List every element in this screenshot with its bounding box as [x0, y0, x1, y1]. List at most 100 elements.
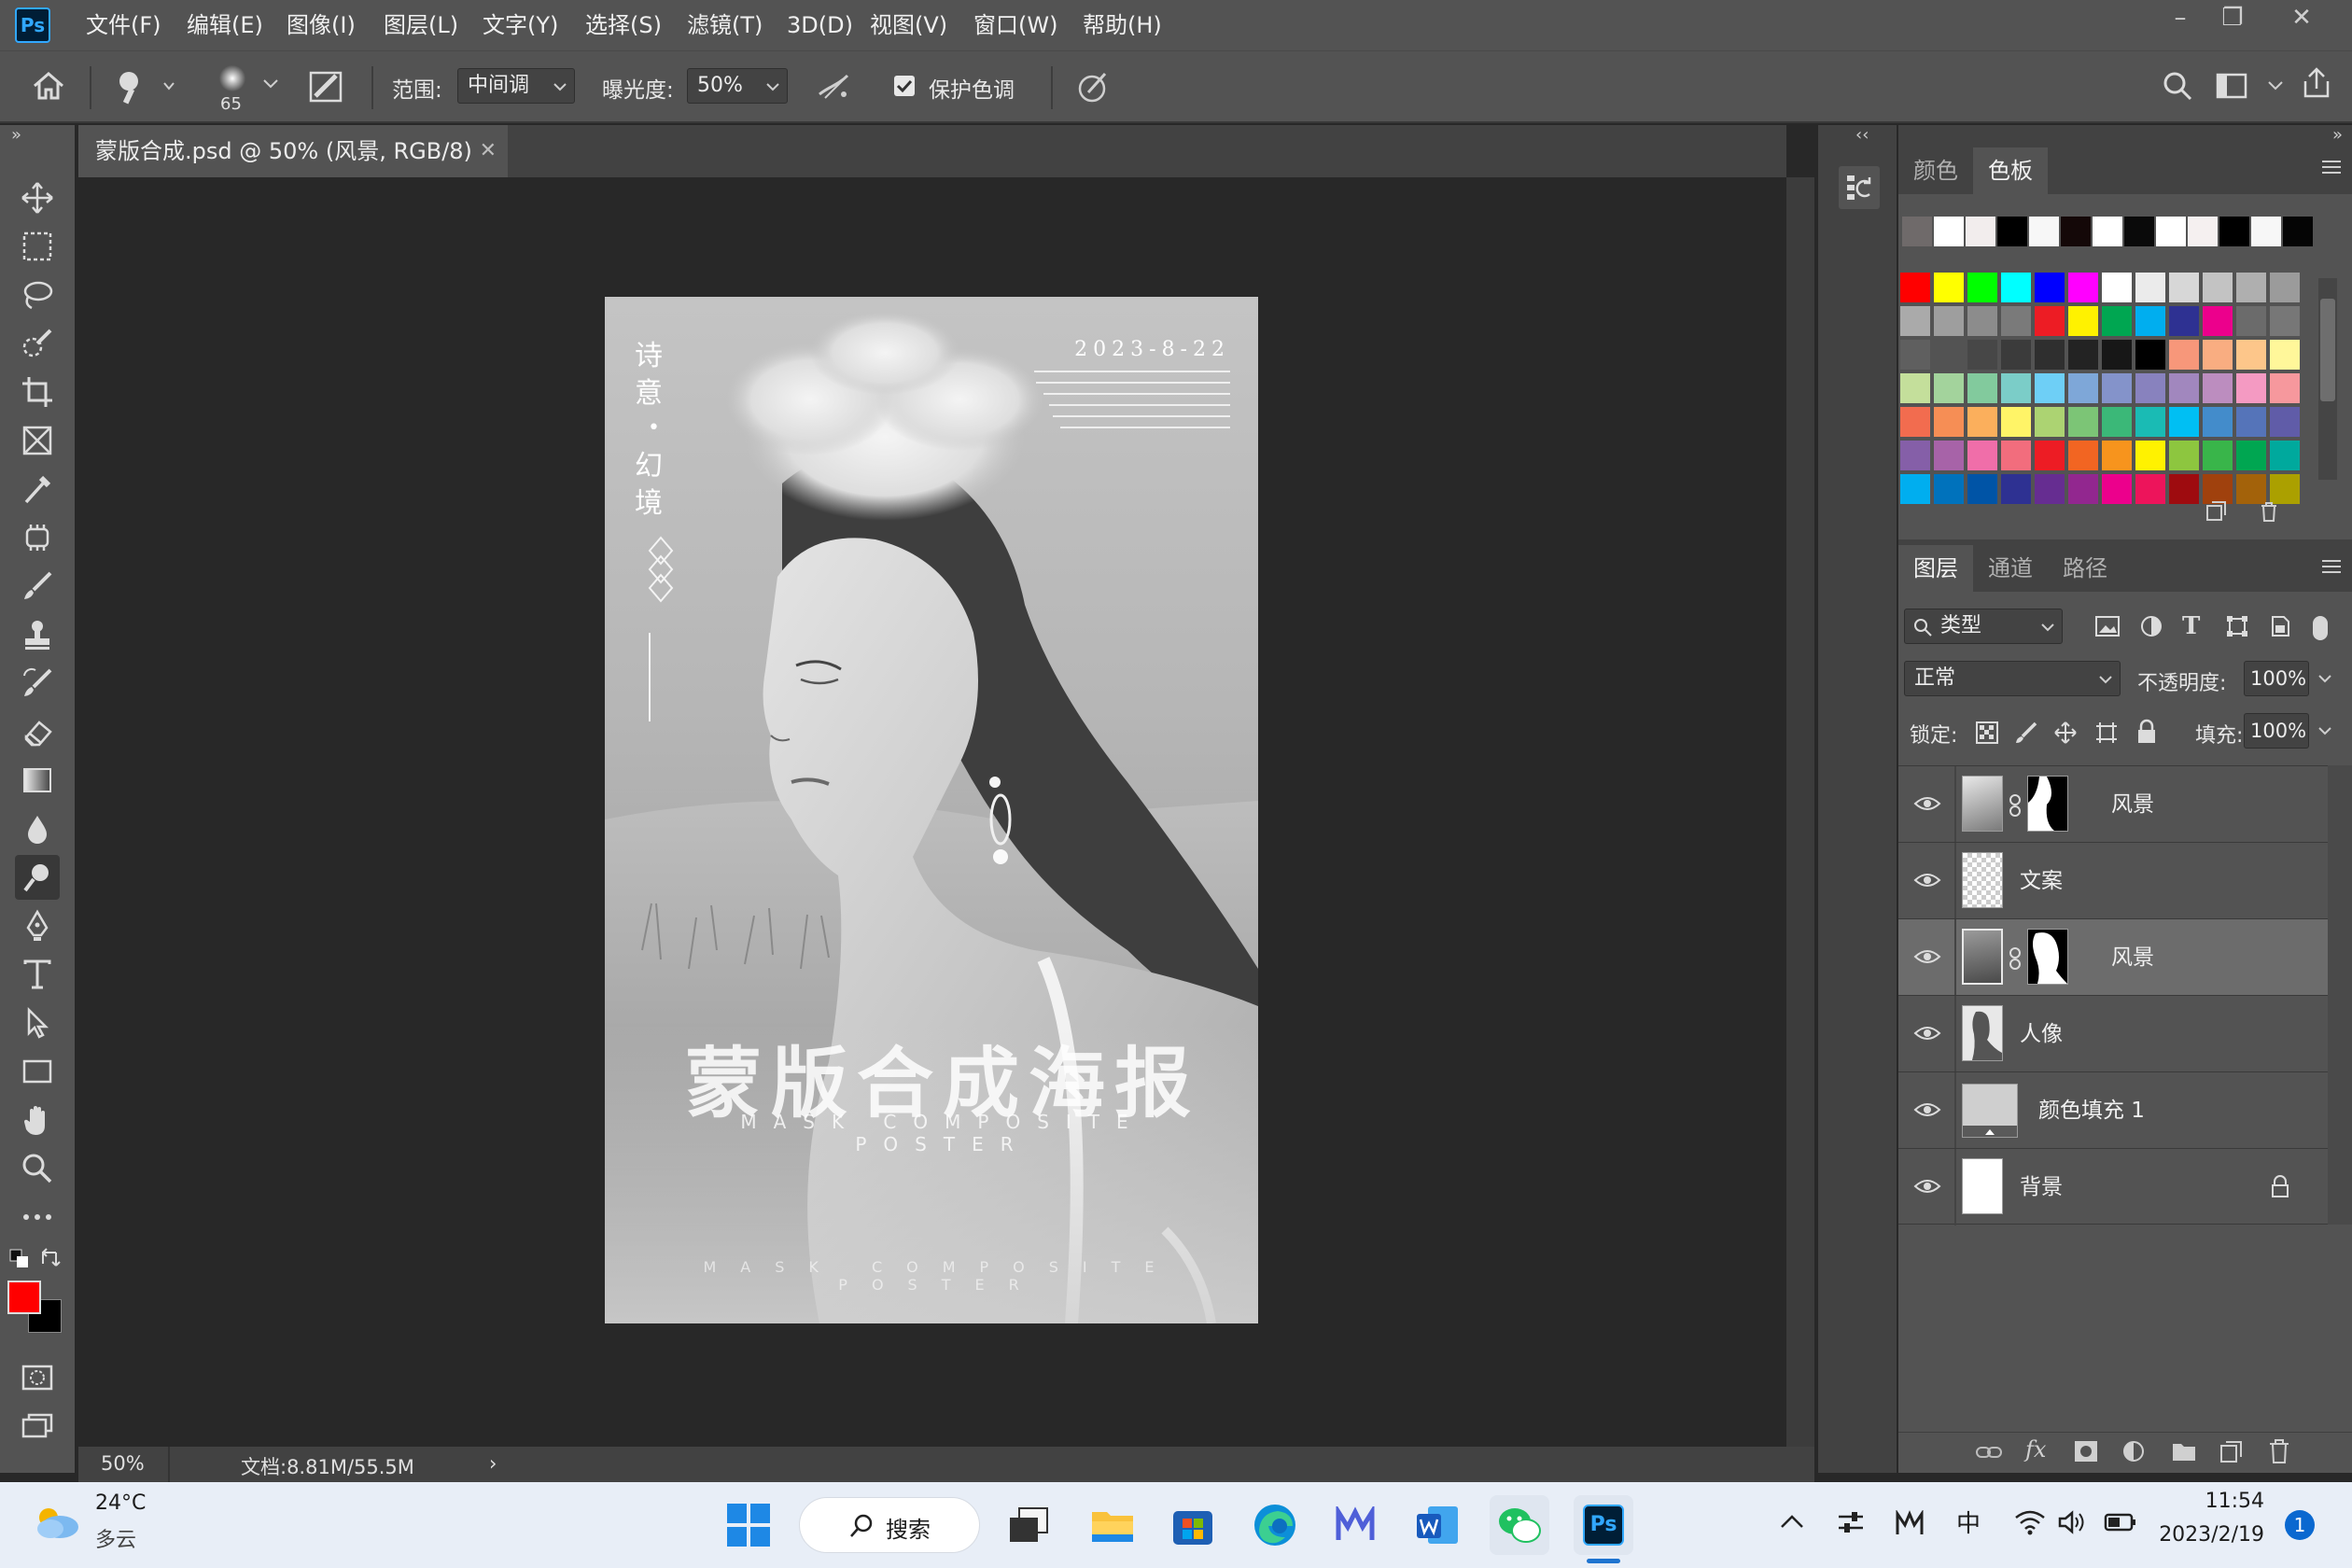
- settings-sliders-icon[interactable]: [1837, 1508, 1865, 1536]
- healing-tool-icon[interactable]: [15, 515, 60, 560]
- layer-row[interactable]: 颜色填充 1: [1898, 1071, 2328, 1149]
- visibility-eye-icon[interactable]: [1913, 945, 1941, 968]
- delete-swatch-icon[interactable]: [2259, 500, 2279, 523]
- color-swatch[interactable]: [2068, 441, 2098, 470]
- dodge-tool-preset-icon[interactable]: [110, 68, 175, 105]
- color-swatch[interactable]: [2001, 407, 2031, 437]
- color-swatch[interactable]: [1900, 474, 1930, 504]
- search-box[interactable]: 搜索: [799, 1497, 980, 1553]
- eyedropper-tool-icon[interactable]: [15, 467, 60, 511]
- color-swatch[interactable]: [1967, 340, 1997, 370]
- filter-pixel-icon[interactable]: [2094, 614, 2121, 638]
- clock-date[interactable]: 2023/2/19: [2156, 1523, 2264, 1547]
- recent-swatch[interactable]: [1997, 217, 2027, 246]
- delete-layer-icon[interactable]: [2268, 1438, 2290, 1464]
- filter-type-icon[interactable]: T: [2182, 612, 2200, 640]
- color-swatch[interactable]: [2169, 441, 2199, 470]
- foreground-color-swatch[interactable]: [7, 1281, 41, 1314]
- color-swatch[interactable]: [2035, 441, 2065, 470]
- menu-help[interactable]: 帮助(H): [1083, 0, 1162, 50]
- pressure-size-icon[interactable]: [1075, 68, 1113, 105]
- lock-transparent-icon[interactable]: [1975, 721, 1999, 745]
- word-icon[interactable]: [1407, 1495, 1467, 1555]
- share-icon[interactable]: [2300, 66, 2333, 100]
- new-swatch-icon[interactable]: [2205, 500, 2227, 523]
- task-view-icon[interactable]: [999, 1495, 1058, 1555]
- color-swatch[interactable]: [2236, 340, 2266, 370]
- color-swatch[interactable]: [1900, 340, 1930, 370]
- document-tab[interactable]: 蒙版合成.psd @ 50% (风景, RGB/8) ✕: [78, 125, 508, 177]
- color-swatch[interactable]: [2169, 407, 2199, 437]
- color-swatch[interactable]: [1967, 306, 1997, 336]
- start-icon[interactable]: [719, 1495, 778, 1555]
- color-swatch[interactable]: [2169, 340, 2199, 370]
- color-swatch[interactable]: [2203, 306, 2233, 336]
- color-swatch[interactable]: [2270, 273, 2300, 302]
- lock-artboard-icon[interactable]: [2094, 721, 2119, 745]
- color-swatch[interactable]: [1900, 306, 1930, 336]
- layer-name[interactable]: 颜色填充 1: [2038, 1072, 2145, 1149]
- file-explorer-icon[interactable]: [1083, 1495, 1142, 1555]
- layer-name[interactable]: 风景: [2111, 919, 2154, 996]
- color-swatch[interactable]: [2102, 273, 2132, 302]
- color-swatch[interactable]: [1900, 407, 1930, 437]
- color-swatch[interactable]: [1934, 373, 1964, 403]
- color-swatch[interactable]: [2236, 273, 2266, 302]
- panel-menu-icon[interactable]: [2320, 558, 2343, 575]
- swap-colors-icon[interactable]: [39, 1247, 62, 1269]
- filter-adjustment-icon[interactable]: [2139, 614, 2163, 638]
- recent-swatch[interactable]: [2093, 217, 2122, 246]
- color-swatch[interactable]: [2203, 441, 2233, 470]
- volume-icon[interactable]: [2057, 1508, 2085, 1536]
- pen-tool-icon[interactable]: [15, 903, 60, 948]
- color-swatch[interactable]: [2001, 306, 2031, 336]
- panel-menu-icon[interactable]: [2320, 159, 2343, 175]
- color-swatch[interactable]: [1934, 441, 1964, 470]
- home-icon[interactable]: [32, 70, 65, 102]
- color-swatch[interactable]: [1967, 474, 1997, 504]
- link-layers-icon[interactable]: [1975, 1442, 2003, 1463]
- filter-smart-object-icon[interactable]: [2268, 614, 2292, 638]
- store-icon[interactable]: [1163, 1495, 1223, 1555]
- new-layer-icon[interactable]: [2219, 1440, 2244, 1464]
- layer-mask-thumbnail[interactable]: [2027, 776, 2068, 832]
- color-swatch[interactable]: [2169, 474, 2199, 504]
- chevron-down-icon[interactable]: [2266, 76, 2285, 94]
- close-tab-icon[interactable]: ✕: [480, 125, 497, 177]
- color-swatch[interactable]: [2203, 373, 2233, 403]
- color-swatch[interactable]: [2102, 474, 2132, 504]
- weather-cloud-icon[interactable]: [32, 1501, 82, 1542]
- menu-select[interactable]: 选择(S): [585, 0, 662, 50]
- notification-badge[interactable]: 1: [2285, 1510, 2315, 1540]
- adjustment-layer-icon[interactable]: [2122, 1440, 2147, 1464]
- layers-scrollbar[interactable]: [2328, 765, 2352, 1225]
- color-swatch[interactable]: [2135, 474, 2165, 504]
- expand-panel-icon[interactable]: »: [11, 125, 21, 145]
- add-mask-icon[interactable]: [2074, 1440, 2098, 1463]
- color-swatch[interactable]: [2001, 373, 2031, 403]
- eraser-tool-icon[interactable]: [15, 709, 60, 754]
- more-tools-icon[interactable]: [15, 1195, 60, 1239]
- recent-swatch[interactable]: [2251, 217, 2281, 246]
- color-swatch[interactable]: [2270, 441, 2300, 470]
- recent-swatch[interactable]: [2188, 217, 2218, 246]
- color-swatch[interactable]: [2135, 306, 2165, 336]
- workspace-icon[interactable]: [2216, 72, 2247, 100]
- fx-icon[interactable]: fx: [2025, 1436, 2046, 1463]
- expand-panel-icon[interactable]: »: [2332, 125, 2343, 145]
- airbrush-icon[interactable]: [816, 70, 853, 104]
- app-m-tray-icon[interactable]: [1895, 1510, 1925, 1536]
- tab-color[interactable]: 颜色: [1898, 147, 1973, 194]
- wechat-icon[interactable]: [1490, 1495, 1549, 1555]
- screen-mode-icon[interactable]: [15, 1404, 60, 1449]
- range-select[interactable]: 中间调: [457, 68, 575, 104]
- color-swatch[interactable]: [2135, 340, 2165, 370]
- chevron-down-icon[interactable]: [2317, 670, 2333, 687]
- recent-swatch[interactable]: [2061, 217, 2091, 246]
- restore-icon[interactable]: ❐: [2205, 0, 2261, 37]
- color-swatch[interactable]: [2135, 441, 2165, 470]
- opacity-input[interactable]: 100%: [2244, 661, 2309, 696]
- menu-edit[interactable]: 编辑(E): [187, 0, 263, 50]
- minimize-icon[interactable]: –: [2152, 0, 2208, 37]
- stamp-tool-icon[interactable]: [15, 612, 60, 657]
